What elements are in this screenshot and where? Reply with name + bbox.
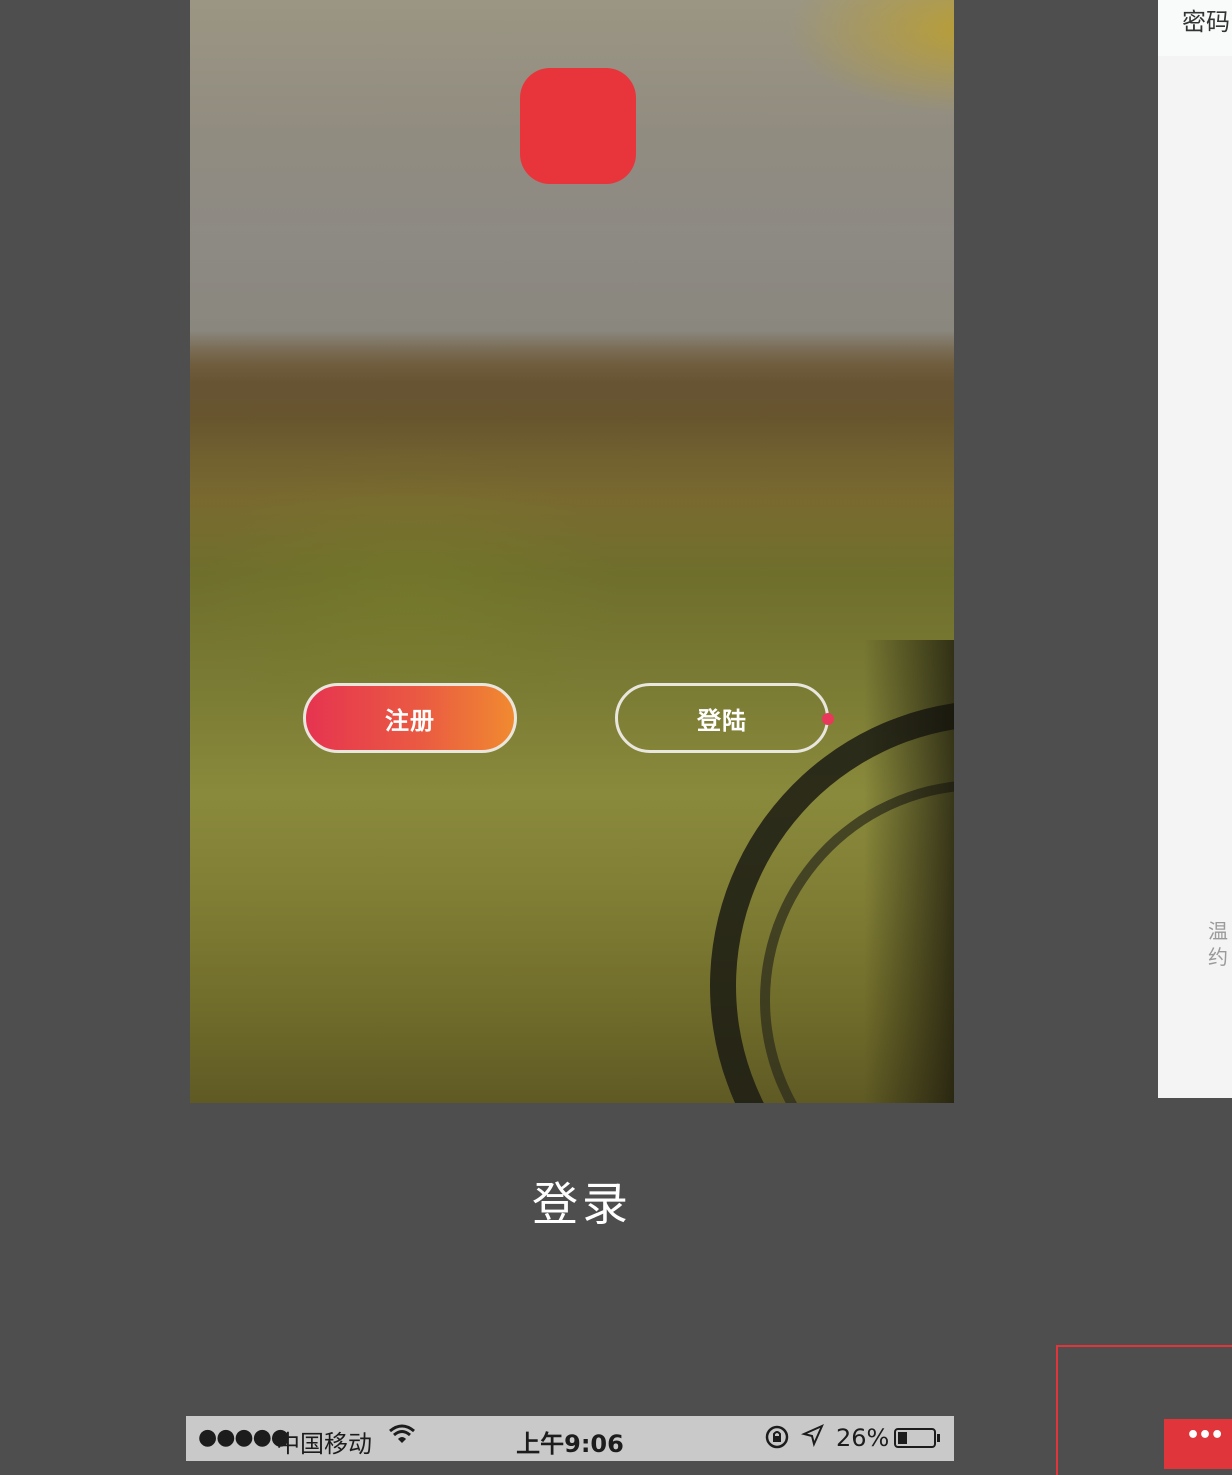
side-screen-partial: 密码 温 约 <box>1158 0 1232 1098</box>
screen-caption: 登录 <box>532 1177 632 1231</box>
note-line: 温 <box>1208 919 1228 943</box>
battery-tip <box>937 1434 940 1442</box>
more-dots-icon: ••• <box>1186 1423 1224 1448</box>
battery-percentage: 26% <box>836 1424 890 1452</box>
background-hills <box>190 330 954 510</box>
side-screen-note: 温 约 <box>1208 918 1228 970</box>
register-button[interactable]: 注册 <box>303 683 517 753</box>
login-button[interactable]: 登陆 <box>615 683 834 753</box>
app-logo <box>520 68 636 184</box>
status-bar: ●●●●● 中国移动 上午9:06 26% <box>186 1416 954 1461</box>
password-label: 密码 <box>1182 8 1230 36</box>
login-button-label: 登陆 <box>697 706 747 735</box>
battery-icon <box>894 1428 936 1448</box>
login-screen-mockup: 注册 登陆 <box>190 0 954 1103</box>
rotation-lock-icon <box>764 1424 790 1456</box>
side-screen-header: 密码 <box>1158 0 1232 56</box>
more-options-button[interactable]: ••• <box>1164 1419 1232 1469</box>
background-shadow <box>864 640 954 1103</box>
battery-level-fill <box>898 1432 907 1444</box>
register-button-label: 注册 <box>385 706 435 735</box>
animation-dot <box>822 713 834 725</box>
location-arrow-icon <box>800 1423 825 1453</box>
note-line: 约 <box>1208 945 1228 969</box>
